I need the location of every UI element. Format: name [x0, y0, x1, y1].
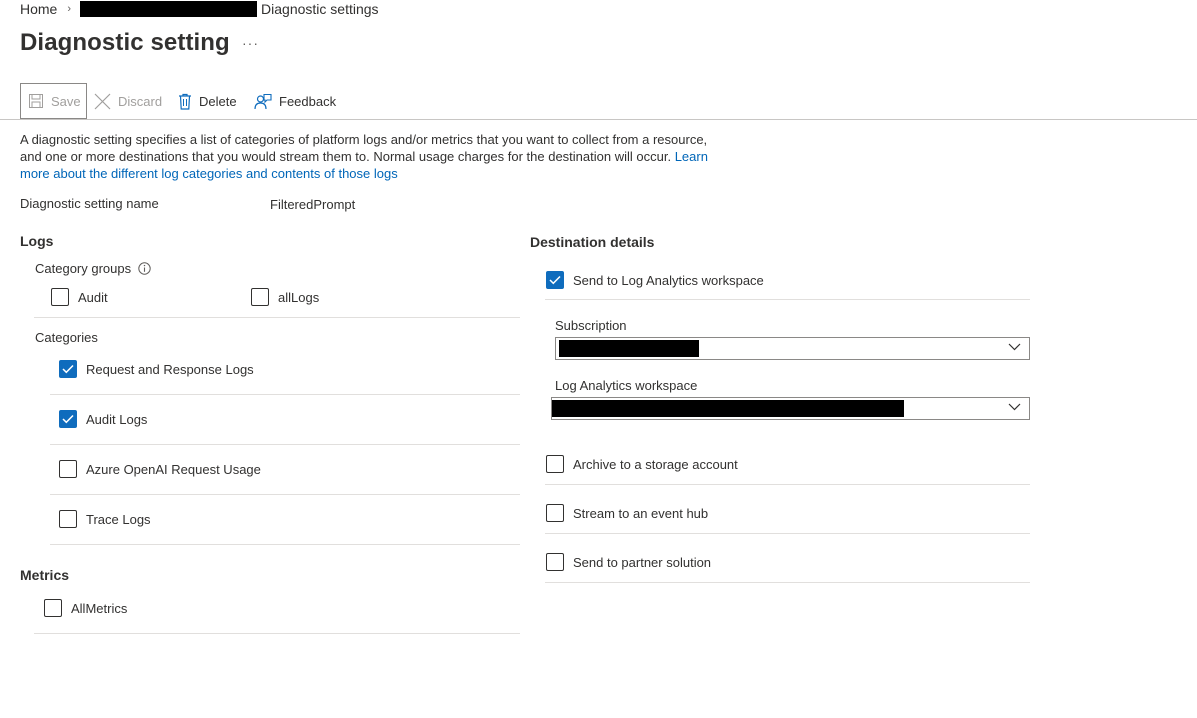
checkbox-box[interactable] [51, 288, 69, 306]
divider [34, 633, 520, 634]
checkbox-log-analytics[interactable]: Send to Log Analytics workspace [546, 271, 764, 289]
delete-label: Delete [199, 93, 237, 109]
feedback-icon [254, 93, 272, 110]
checkbox-label: Trace Logs [86, 511, 151, 527]
category-groups-text: Category groups [35, 261, 132, 276]
checkbox-box[interactable] [59, 460, 77, 478]
checkmark-icon [62, 364, 74, 374]
logs-heading: Logs [20, 233, 54, 249]
category-groups-label: Category groups [35, 261, 151, 276]
checkbox-box[interactable] [546, 271, 564, 289]
checkbox-label: Azure OpenAI Request Usage [86, 461, 261, 477]
trash-icon [178, 93, 192, 110]
checkbox-trace-logs[interactable]: Trace Logs [59, 510, 151, 528]
checkbox-box[interactable] [251, 288, 269, 306]
subscription-dropdown[interactable] [555, 337, 1030, 360]
checkbox-partner-solution[interactable]: Send to partner solution [546, 553, 711, 571]
subscription-redacted-value [559, 340, 699, 357]
checkbox-box[interactable] [546, 504, 564, 522]
checkbox-event-hub[interactable]: Stream to an event hub [546, 504, 708, 522]
checkmark-icon [62, 414, 74, 424]
setting-name-label: Diagnostic setting name [20, 196, 159, 211]
description-text: A diagnostic setting specifies a list of… [20, 131, 720, 182]
checkbox-label: Send to Log Analytics workspace [573, 272, 764, 288]
breadcrumb-separator: › [67, 3, 72, 15]
divider [50, 444, 520, 445]
save-icon [28, 93, 44, 109]
description-body: A diagnostic setting specifies a list of… [20, 132, 708, 164]
checkbox-label: Send to partner solution [573, 554, 712, 570]
checkbox-request-response-logs[interactable]: Request and Response Logs [59, 360, 254, 378]
checkbox-label: Archive to a storage account [573, 456, 738, 472]
checkmark-icon [549, 275, 561, 285]
divider [545, 484, 1030, 485]
delete-button[interactable]: Delete [178, 83, 237, 119]
categories-label: Categories [35, 330, 98, 345]
divider [50, 544, 520, 545]
discard-button[interactable]: Discard [94, 83, 162, 119]
destination-heading: Destination details [530, 234, 655, 250]
close-icon [94, 93, 111, 110]
breadcrumb-diagnostic-settings[interactable]: Diagnostic settings [261, 1, 379, 17]
checkbox-openai-request-usage[interactable]: Azure OpenAI Request Usage [59, 460, 261, 478]
checkbox-box[interactable] [44, 599, 62, 617]
divider [50, 394, 520, 395]
checkbox-box[interactable] [59, 510, 77, 528]
divider [50, 494, 520, 495]
checkbox-archive-storage[interactable]: Archive to a storage account [546, 455, 738, 473]
checkbox-label: Request and Response Logs [86, 361, 254, 377]
checkbox-allmetrics[interactable]: AllMetrics [44, 599, 127, 617]
workspace-dropdown[interactable] [551, 397, 1030, 420]
save-button[interactable]: Save [20, 83, 87, 119]
workspace-redacted-value [552, 400, 904, 417]
breadcrumb: Home › Diagnostic settings [20, 1, 379, 17]
divider [545, 533, 1030, 534]
subscription-label: Subscription [555, 318, 627, 333]
command-bar: Save Discard Delete Feedback [0, 83, 1197, 120]
metrics-heading: Metrics [20, 567, 70, 583]
chevron-down-icon [1008, 343, 1021, 351]
feedback-button[interactable]: Feedback [254, 83, 336, 119]
more-actions-button[interactable]: ··· [242, 35, 259, 51]
checkbox-label: AllMetrics [71, 600, 128, 616]
checkbox-audit-group[interactable]: Audit [51, 288, 108, 306]
divider [545, 299, 1030, 300]
checkbox-label: Audit Logs [86, 411, 148, 427]
breadcrumb-redacted-resource[interactable] [80, 1, 258, 17]
checkbox-alllogs-group[interactable]: allLogs [251, 288, 319, 306]
page-title: Diagnostic setting [20, 29, 230, 56]
checkbox-box[interactable] [546, 553, 564, 571]
discard-label: Discard [118, 93, 163, 109]
info-icon[interactable] [138, 262, 151, 275]
divider [545, 582, 1030, 583]
checkbox-label: allLogs [278, 289, 320, 305]
feedback-label: Feedback [279, 93, 337, 109]
workspace-label: Log Analytics workspace [555, 378, 698, 393]
chevron-down-icon [1008, 403, 1021, 411]
checkbox-audit-logs[interactable]: Audit Logs [59, 410, 147, 428]
checkbox-box[interactable] [59, 410, 77, 428]
divider [34, 317, 520, 318]
breadcrumb-home[interactable]: Home [20, 1, 57, 17]
checkbox-box[interactable] [546, 455, 564, 473]
save-label: Save [51, 93, 81, 109]
checkbox-label: Stream to an event hub [573, 505, 709, 521]
checkbox-box[interactable] [59, 360, 77, 378]
checkbox-label: Audit [78, 289, 108, 305]
setting-name-value: FilteredPrompt [270, 197, 356, 212]
